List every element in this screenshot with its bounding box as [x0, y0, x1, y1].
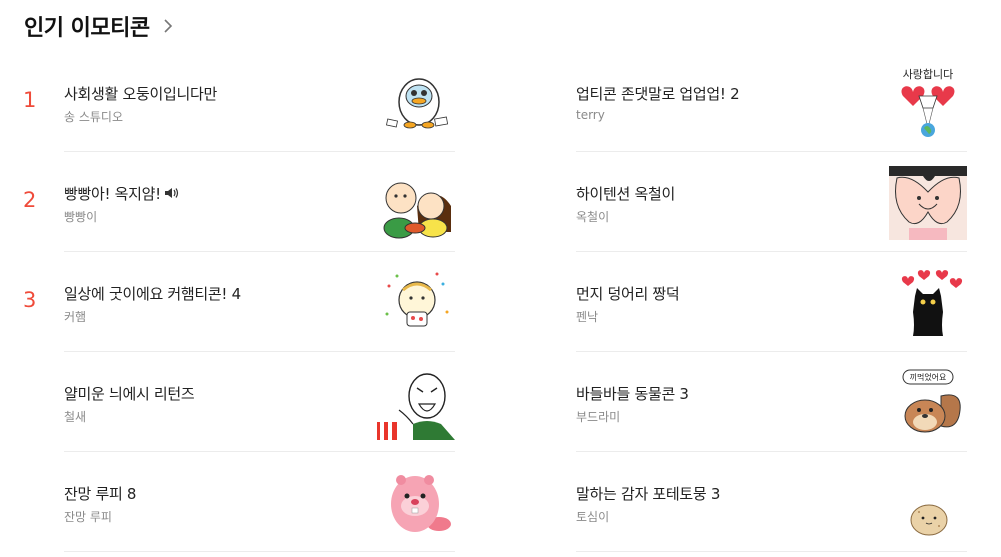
hamster-cake-sticker[interactable]	[377, 266, 455, 340]
list-item[interactable]: 하이텐션 옥철이 옥철이	[512, 152, 967, 252]
item-title[interactable]: 빵빵아! 옥지얌!	[64, 183, 179, 204]
left-column: 1 사회생활 오둥이입니다만 송 스튜디오 2 빵빵아! 옥지얌! 빵빵이 3 …	[0, 52, 455, 552]
list-item[interactable]: 얄미운 늬에시 리턴즈 철새	[0, 352, 455, 452]
list-item[interactable]: 말하는 감자 포테토뭉 3 토심이	[512, 452, 967, 552]
item-title[interactable]: 말하는 감자 포테토뭉 3	[576, 483, 720, 504]
item-author: 펜낙	[576, 310, 599, 324]
squirrel-sticker[interactable]: 끼먹었어요	[889, 366, 967, 440]
item-author: 송 스튜디오	[64, 110, 124, 124]
list-item[interactable]: 바들바들 동물콘 3 부드라미 끼먹었어요	[512, 352, 967, 452]
sticker-text: 사랑합니다	[903, 68, 954, 81]
item-author: 잔망 루피	[64, 510, 112, 524]
list-item[interactable]: 먼지 덩어리 짱덕 펜낙	[512, 252, 967, 352]
laughing-man-sticker[interactable]	[377, 366, 455, 440]
rank-number: 2	[23, 188, 37, 212]
item-author: 부드라미	[576, 410, 621, 424]
item-author: 빵빵이	[64, 210, 98, 224]
penguin-sticker[interactable]	[377, 66, 455, 140]
item-title[interactable]: 일상에 굿이에요 커햄티콘! 4	[64, 283, 241, 304]
potato-sticker[interactable]	[889, 466, 967, 540]
list-item[interactable]: 잔망 루피 8 잔망 루피	[0, 452, 455, 552]
rank-number: 3	[23, 288, 37, 312]
item-title[interactable]: 사회생활 오둥이입니다만	[64, 83, 217, 104]
item-author: terry	[576, 108, 605, 122]
list-item[interactable]: 업티콘 존댓말로 업업업! 2 terry 사랑합니다	[512, 52, 967, 152]
heart-hands-face-sticker[interactable]	[889, 166, 967, 240]
item-title[interactable]: 먼지 덩어리 짱덕	[576, 283, 680, 304]
item-author: 커햄	[64, 310, 87, 324]
list-item[interactable]: 2 빵빵아! 옥지얌! 빵빵이	[0, 152, 455, 252]
item-title[interactable]: 얄미운 늬에시 리턴즈	[64, 383, 195, 404]
black-cat-hearts-sticker[interactable]	[889, 266, 967, 340]
couple-eating-sticker[interactable]	[377, 166, 455, 240]
list-item[interactable]: 3 일상에 굿이에요 커햄티콘! 4 커햄	[0, 252, 455, 352]
item-title[interactable]: 바들바들 동물콘 3	[576, 383, 689, 404]
popular-emoticons-header[interactable]: 인기 이모티콘	[24, 10, 174, 42]
pink-beaver-sticker[interactable]	[377, 466, 455, 540]
item-title[interactable]: 잔망 루피 8	[64, 483, 136, 504]
item-title-text: 빵빵아! 옥지얌!	[64, 185, 161, 203]
hearts-parachute-sticker[interactable]: 사랑합니다	[889, 66, 967, 140]
section-title: 인기 이모티콘	[24, 16, 150, 41]
item-title[interactable]: 업티콘 존댓말로 업업업! 2	[576, 83, 740, 104]
rank-number: 1	[23, 88, 37, 112]
right-column: 업티콘 존댓말로 업업업! 2 terry 사랑합니다 하이텐션 옥철이 옥철이	[512, 52, 967, 552]
speaker-icon	[164, 188, 179, 198]
divider	[64, 551, 455, 552]
divider	[576, 551, 967, 552]
emoticon-ranking-list: 1 사회생활 오둥이입니다만 송 스튜디오 2 빵빵아! 옥지얌! 빵빵이 3 …	[0, 52, 1001, 557]
item-author: 철새	[64, 410, 87, 424]
item-author: 옥철이	[576, 210, 610, 224]
list-item[interactable]: 1 사회생활 오둥이입니다만 송 스튜디오	[0, 52, 455, 152]
item-title[interactable]: 하이텐션 옥철이	[576, 183, 675, 204]
sticker-text: 끼먹었어요	[910, 372, 947, 382]
item-author: 토심이	[576, 510, 610, 524]
chevron-right-icon[interactable]	[162, 18, 174, 34]
